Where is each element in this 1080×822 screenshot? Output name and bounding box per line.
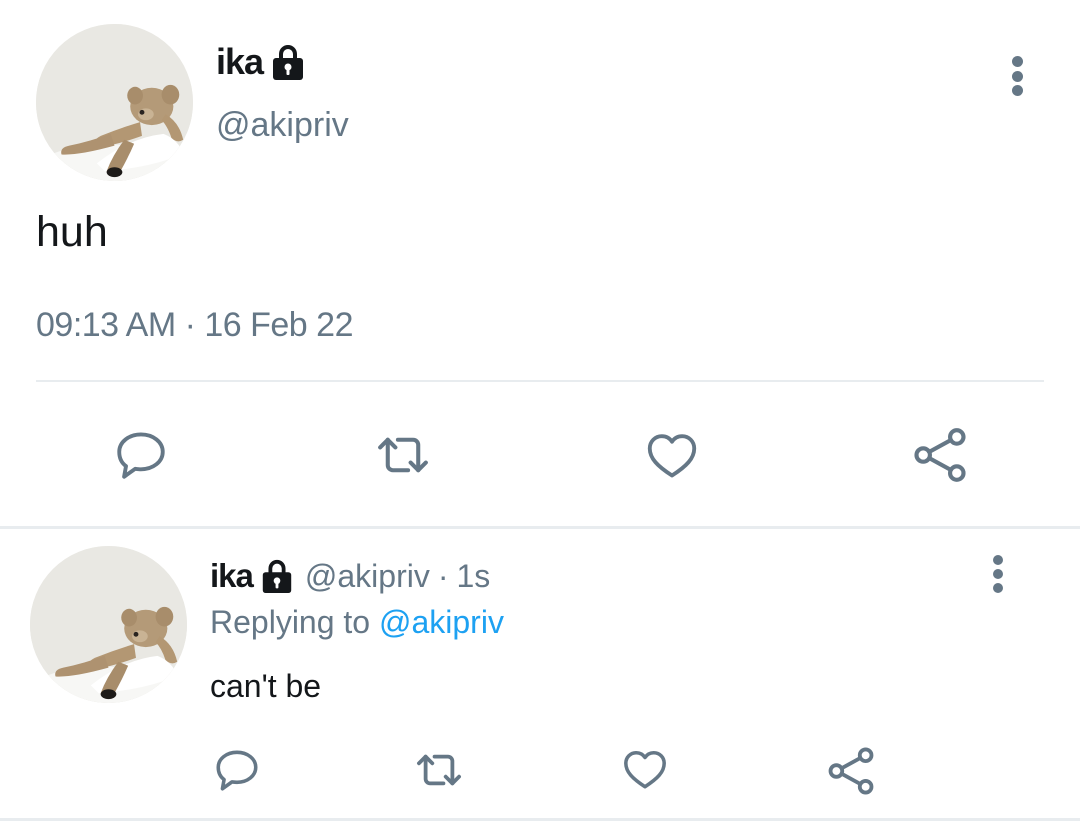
avatar[interactable] <box>36 24 193 181</box>
divider <box>36 380 1044 382</box>
display-name[interactable]: ika <box>216 41 264 83</box>
section-divider <box>0 526 1080 529</box>
reply-icon[interactable] <box>212 745 262 795</box>
handle[interactable]: @akipriv <box>216 106 349 145</box>
retweet-icon[interactable] <box>410 743 468 797</box>
like-icon[interactable] <box>643 426 701 484</box>
bottom-divider <box>0 818 1080 821</box>
reply-header: ika @akipriv · 1s <box>210 555 490 597</box>
lock-icon <box>261 558 293 594</box>
tweet-timestamp[interactable]: 09:13 AM · 16 Feb 22 <box>36 306 353 345</box>
reply-text: can't be <box>210 668 322 704</box>
lock-icon <box>272 43 304 81</box>
share-icon[interactable] <box>909 424 971 486</box>
display-name-row: ika <box>216 40 304 84</box>
reply-display-name[interactable]: ika <box>210 557 254 595</box>
separator: · <box>437 557 449 594</box>
more-vertical-icon[interactable] <box>991 555 1005 593</box>
reply-handle[interactable]: @akipriv <box>305 558 430 595</box>
like-icon[interactable] <box>620 744 670 794</box>
share-icon[interactable] <box>824 744 878 798</box>
replying-to: Replying to @akipriv <box>210 604 504 641</box>
replying-handle-link[interactable]: @akipriv <box>379 604 504 640</box>
more-vertical-icon[interactable] <box>1010 56 1024 96</box>
retweet-icon[interactable] <box>370 424 436 486</box>
reply-icon[interactable] <box>112 426 170 484</box>
reply-avatar[interactable] <box>30 546 187 703</box>
tweet-text: huh <box>36 208 108 256</box>
reply-time[interactable]: 1s <box>456 558 490 595</box>
replying-label: Replying to <box>210 604 371 640</box>
